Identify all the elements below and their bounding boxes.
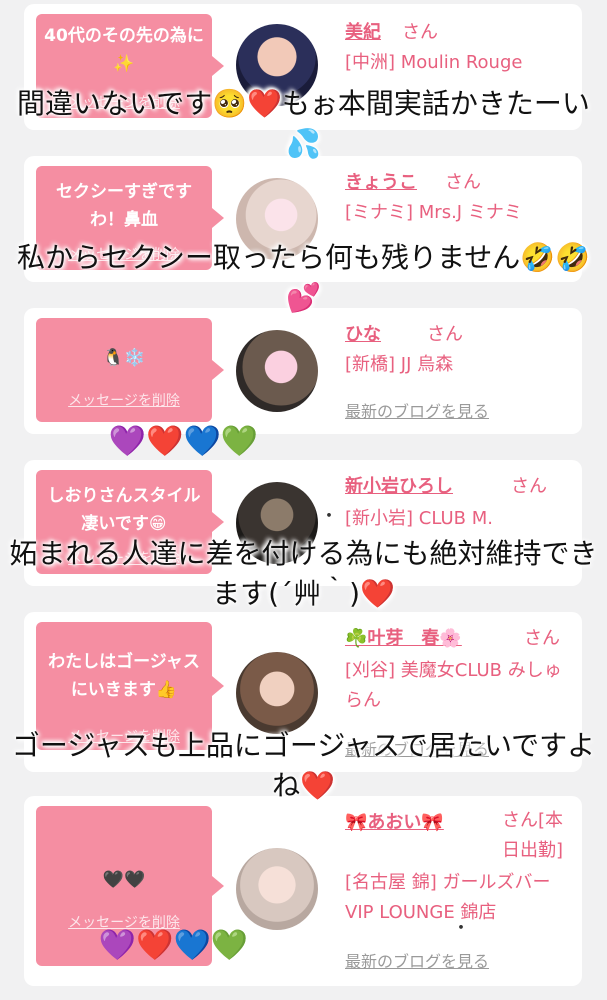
shop-name: [中洲] Moulin Rouge xyxy=(345,52,523,73)
dot-mark: ・ xyxy=(320,506,338,527)
message-text: 40代のその先の為に✨ xyxy=(44,26,204,74)
cast-name-link[interactable]: ☘️叶芽 春🌸 xyxy=(345,624,462,650)
honorific: さん xyxy=(445,172,481,193)
hearts-row: 💜❤️💙💚 xyxy=(98,928,249,963)
avatar[interactable] xyxy=(236,848,318,930)
message-text: しおりさんスタイル凄いです😁 xyxy=(47,486,201,534)
cast-name-link[interactable]: 美紀 xyxy=(345,18,381,44)
honorific: さん xyxy=(524,628,560,649)
avatar[interactable] xyxy=(236,652,318,734)
message-text: 🖤🖤 xyxy=(102,870,146,890)
delete-message-link[interactable]: メッセージを削除 xyxy=(36,390,212,410)
overlay-caption: 私からセクシー取ったら何も残りません🤣🤣💕 xyxy=(17,241,590,314)
cast-name-link[interactable]: 🎀あおい🎀 xyxy=(345,808,444,834)
cast-name-link[interactable]: 新小岩ひろし xyxy=(345,472,453,498)
dot-mark: ・ xyxy=(452,918,470,939)
hearts-row: 💜❤️💙💚 xyxy=(108,424,259,459)
message-text: 🐧❄️ xyxy=(102,348,146,368)
cast-name-link[interactable]: きょうこ xyxy=(345,168,417,194)
overlay-caption: 妬まれる人達に差を付ける為にも絶対維持できます(´艸｀)❤️ xyxy=(9,537,598,610)
message-card: 🐧❄️ メッセージを削除 ひな さん [新橋] JJ 烏森 最新のブログを見る xyxy=(24,308,582,434)
avatar[interactable] xyxy=(236,330,318,412)
latest-blog-link[interactable]: 最新のブログを見る xyxy=(345,398,489,422)
shop-name: [新小岩] CLUB M. xyxy=(345,508,493,529)
shop-name: [ミナミ] Mrs.J ミナミ xyxy=(345,202,522,223)
message-text: セクシーすぎですわ！鼻血 xyxy=(56,182,192,230)
shop-name: [新橋] JJ 烏森 xyxy=(345,354,454,375)
shop-name: [刈谷] 美魔女CLUB みしゅらん xyxy=(345,660,562,711)
honorific: さん xyxy=(427,324,463,345)
message-text: わたしはゴージャスにいきます👍 xyxy=(48,652,200,700)
message-bubble: 🐧❄️ メッセージを削除 xyxy=(36,318,224,422)
cast-name-link[interactable]: ひな xyxy=(345,320,381,346)
honorific: さん xyxy=(402,22,438,43)
honorific: さん xyxy=(511,476,547,497)
overlay-caption: ゴージャスも上品にゴージャスで居たいですよね❤️ xyxy=(11,729,596,802)
overlay-caption: 間違いないです🥺❤️もぉ本間実話かきたーい💦 xyxy=(17,87,590,160)
honorific: さん[本日出勤] xyxy=(502,810,564,861)
